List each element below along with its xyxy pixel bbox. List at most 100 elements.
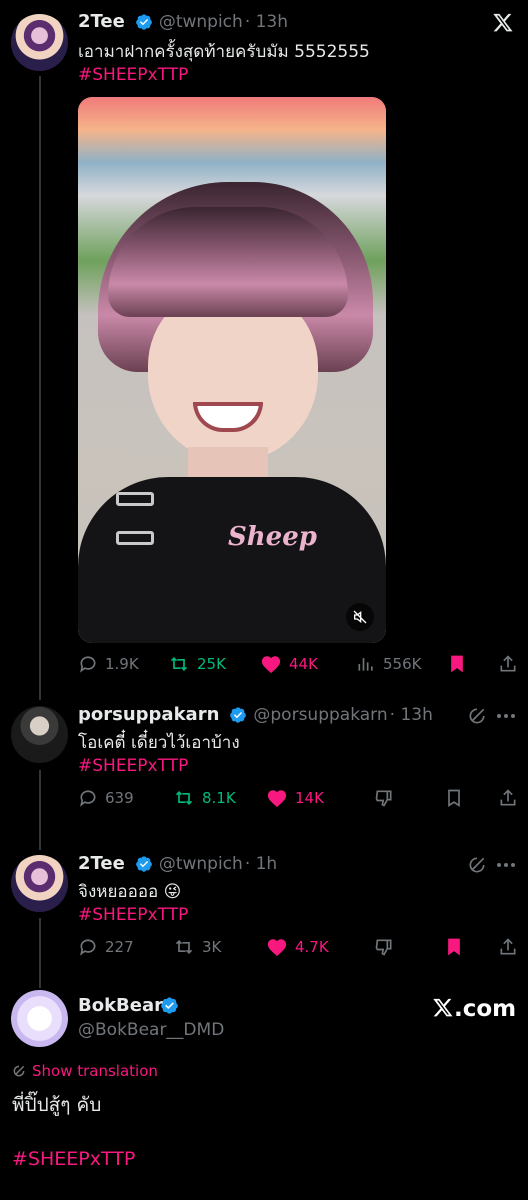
like-button[interactable]: 14K [266, 786, 324, 810]
dislike-button[interactable] [374, 935, 394, 959]
tweet-header: 2Tee @twnpich · 13h [78, 11, 288, 32]
heart-filled-icon [261, 656, 281, 674]
video-frame-logo-text: Sheep [228, 522, 317, 552]
timestamp[interactable]: · 13h [245, 12, 288, 32]
timestamp[interactable]: · 13h [390, 705, 433, 725]
hashtag-link[interactable]: #SHEEPxTTP [78, 64, 188, 87]
grok-icon[interactable] [467, 855, 487, 879]
mute-button[interactable] [346, 603, 374, 631]
x-com-label: .com [454, 996, 517, 1022]
views-button[interactable]: 556K [356, 652, 421, 676]
reply-icon [80, 656, 96, 673]
tweet-actions: 227 3K 4.7K [78, 935, 518, 959]
dislike-button[interactable] [374, 786, 394, 810]
tweet-actions: 1.9K 25K 44K 556K [78, 652, 518, 676]
like-button[interactable]: 44K [260, 652, 318, 676]
avatar[interactable] [11, 855, 68, 912]
retweet-button[interactable]: 8.1K [173, 786, 236, 810]
avatar[interactable] [11, 990, 68, 1047]
share-button[interactable] [498, 786, 518, 810]
x-com-watermark: .com [432, 996, 516, 1022]
reply-button[interactable]: 639 [78, 786, 134, 810]
verified-badge-icon [135, 13, 152, 30]
avatar[interactable] [11, 706, 68, 763]
show-translation-link[interactable]: Show translation [12, 1062, 158, 1080]
verified-badge-icon [135, 855, 152, 872]
x-logo-icon [433, 998, 453, 1017]
author-handle[interactable]: @BokBear__DMD [78, 1020, 224, 1040]
speaker-muted-icon [353, 610, 367, 624]
bookmark-filled-icon [451, 655, 463, 673]
tweet-text: จิงหยออออ 😜 [78, 882, 182, 902]
tweet-video[interactable]: Sheep [78, 97, 386, 643]
like-count: 44K [289, 655, 318, 673]
tweet-header: 2Tee @twnpich · 1h [78, 853, 277, 874]
reply-button[interactable]: 1.9K [78, 652, 139, 676]
hashtag-link[interactable]: #SHEEPxTTP [78, 904, 188, 927]
reply-button[interactable]: 227 [78, 935, 134, 959]
thread-line [39, 76, 41, 700]
author-handle[interactable]: @porsuppakarn [253, 705, 387, 725]
retweet-button[interactable]: 25K [168, 652, 226, 676]
video-frame-clasp [116, 531, 154, 545]
bookmark-filled-icon [448, 938, 460, 956]
analytics-bars-icon [358, 658, 373, 671]
share-upload-icon [500, 655, 516, 672]
tweet-header: porsuppakarn @porsuppakarn · 13h [78, 704, 433, 725]
like-count: 4.7K [295, 938, 329, 956]
views-count: 556K [383, 655, 422, 673]
post-text: พี่ปิ๊ปสู้ๆ คับ [12, 1094, 102, 1116]
share-upload-icon [500, 938, 516, 955]
retweet-count: 3K [202, 938, 222, 956]
thumbs-down-icon [375, 790, 392, 807]
tweet-text: โอเคตี๋ เดี๋ยวไว้เอาบ้าง [78, 733, 240, 753]
avatar[interactable] [11, 14, 68, 71]
translate-icon [13, 1065, 25, 1077]
retweet-icon [175, 790, 193, 806]
bookmark-button[interactable] [445, 786, 463, 810]
thumbs-down-icon [375, 939, 392, 956]
retweet-button[interactable]: 3K [173, 935, 221, 959]
heart-filled-icon [267, 939, 287, 957]
x-logo-icon[interactable] [492, 12, 514, 37]
author-handle[interactable]: @twnpich [159, 12, 243, 32]
grok-icon[interactable] [467, 706, 487, 730]
author-name[interactable]: porsuppakarn [78, 704, 219, 725]
author-name[interactable]: 2Tee [78, 853, 125, 874]
author-handle[interactable]: @twnpich [159, 854, 243, 874]
bookmark-button[interactable] [445, 935, 463, 959]
reply-count: 639 [105, 789, 134, 807]
retweet-count: 8.1K [202, 789, 236, 807]
like-button[interactable]: 4.7K [266, 935, 329, 959]
author-name[interactable]: BokBear [78, 995, 163, 1016]
like-count: 14K [295, 789, 324, 807]
more-options-icon[interactable] [497, 714, 515, 718]
retweet-count: 25K [197, 655, 226, 673]
tweet-text: เอามาฝากครั้งสุดท้ายครับมัม 5552555 [78, 42, 370, 62]
bookmark-button[interactable] [448, 652, 466, 676]
thread-line [39, 918, 41, 988]
thread-line [39, 770, 41, 850]
reply-icon [80, 790, 96, 807]
author-name[interactable]: 2Tee [78, 11, 125, 32]
share-button[interactable] [498, 652, 518, 676]
reply-count: 1.9K [105, 655, 139, 673]
video-frame-clasp [116, 492, 154, 506]
more-options-icon[interactable] [497, 863, 515, 867]
video-frame-fringe [108, 207, 348, 317]
verified-badge-icon [230, 706, 247, 723]
reply-count: 227 [105, 938, 134, 956]
reply-icon [80, 939, 96, 956]
tweet-actions: 639 8.1K 14K [78, 786, 518, 810]
retweet-icon [175, 939, 193, 955]
hashtag-link[interactable]: #SHEEPxTTP [12, 1148, 135, 1170]
share-upload-icon [500, 789, 516, 806]
hashtag-link[interactable]: #SHEEPxTTP [78, 755, 188, 778]
timestamp[interactable]: · 1h [245, 854, 277, 874]
heart-filled-icon [267, 790, 287, 808]
retweet-icon [170, 656, 188, 672]
verified-badge-icon [160, 996, 179, 1019]
bookmark-icon [448, 789, 460, 808]
show-translation-label: Show translation [32, 1062, 158, 1080]
share-button[interactable] [498, 935, 518, 959]
